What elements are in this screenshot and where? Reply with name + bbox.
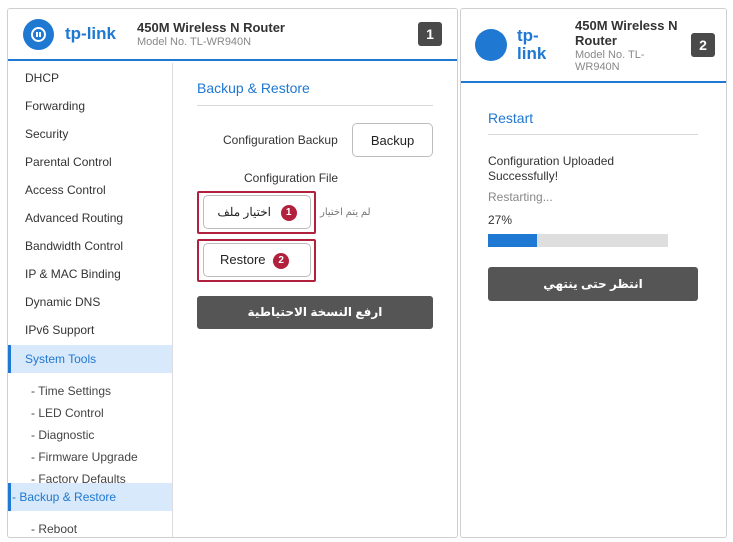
brand-name-line2: link xyxy=(517,44,547,63)
restore-label: Restore xyxy=(220,252,266,267)
model-number-line2: WR940N xyxy=(575,61,620,73)
page-title: Backup & Restore xyxy=(197,80,310,96)
sidebar-item-dhcp[interactable]: DHCP xyxy=(8,65,172,91)
sidebar-item-access-control[interactable]: Access Control xyxy=(8,177,172,203)
sidebar-sub-diagnostic[interactable]: - Diagnostic xyxy=(8,424,172,446)
sidebar-item-system-tools[interactable]: System Tools xyxy=(8,345,172,373)
model-number-line1: Model No. TL- xyxy=(575,49,645,61)
sidebar-sub-backup-restore-label: - Backup & Restore xyxy=(12,490,117,504)
model-title-line2: Router xyxy=(575,33,617,48)
choose-file-label: اختيار ملف xyxy=(217,205,271,219)
sidebar-item-security[interactable]: Security xyxy=(8,121,172,147)
restart-divider xyxy=(488,134,698,135)
panel-number-badge: 2 xyxy=(691,33,715,57)
upload-backup-button[interactable]: ارفع النسخة الاحتياطية xyxy=(197,296,433,329)
header-1: tp-link 450M Wireless N Router Model No.… xyxy=(8,9,457,61)
backup-button[interactable]: Backup xyxy=(352,123,433,157)
no-file-text: لم يتم اختيار xyxy=(320,207,371,218)
config-backup-label: Configuration Backup xyxy=(223,133,338,147)
tp-link-logo-icon xyxy=(475,29,507,61)
sidebar-item-bandwidth-control[interactable]: Bandwidth Control xyxy=(8,233,172,259)
brand-name: tp-link xyxy=(65,24,116,43)
sidebar-item-dynamic-dns[interactable]: Dynamic DNS xyxy=(8,289,172,315)
sidebar-sub-backup-restore[interactable]: - Backup & Restore xyxy=(8,483,172,511)
upload-success-line1: Configuration Uploaded xyxy=(488,154,615,168)
progress-bar xyxy=(488,234,668,247)
brand-name-line1: tp- xyxy=(517,26,539,45)
header-2: tp- link 450M Wireless N Router Model No… xyxy=(461,9,726,83)
tp-link-logo-icon xyxy=(23,19,54,50)
router-panel-1: tp-link 450M Wireless N Router Model No.… xyxy=(7,8,458,538)
progress-bar-fill xyxy=(488,234,537,247)
restore-button[interactable]: Restore 2 xyxy=(203,243,311,277)
step1-badge: 1 xyxy=(280,204,297,221)
model-title: 450M Wireless N Router xyxy=(137,20,285,35)
restarting-status: Restarting... xyxy=(488,190,553,204)
sidebar-item-advanced-routing[interactable]: Advanced Routing xyxy=(8,205,172,231)
step2-badge: 2 xyxy=(273,252,290,269)
progress-percent: 27% xyxy=(488,213,513,227)
sidebar-item-forwarding[interactable]: Forwarding xyxy=(8,93,172,119)
sidebar-item-ip-mac-binding[interactable]: IP & MAC Binding xyxy=(8,261,172,287)
router-panel-2: tp- link 450M Wireless N Router Model No… xyxy=(460,8,727,538)
sidebar-sub-reboot[interactable]: - Reboot xyxy=(8,518,172,537)
choose-file-button[interactable]: اختيار ملف 1 xyxy=(203,195,311,229)
sidebar-item-ipv6-support[interactable]: IPv6 Support xyxy=(8,317,172,343)
panel-number-badge: 1 xyxy=(418,22,442,46)
sidebar-sub-time-settings[interactable]: - Time Settings xyxy=(8,380,172,402)
restart-title: Restart xyxy=(488,110,534,126)
model-number: Model No. TL-WR940N xyxy=(137,36,252,48)
title-divider xyxy=(197,105,433,106)
sidebar-sub-firmware-upgrade[interactable]: - Firmware Upgrade xyxy=(8,446,172,468)
upload-success-line2: Successfully! xyxy=(488,169,559,183)
sidebar-menu: DHCP Forwarding Security Parental Contro… xyxy=(8,63,173,537)
model-title-line1: 450M Wireless N xyxy=(575,18,678,33)
sidebar-item-parental-control[interactable]: Parental Control xyxy=(8,149,172,175)
wait-button[interactable]: انتظر حتى ينتهي xyxy=(488,267,698,301)
sidebar-sub-led-control[interactable]: - LED Control xyxy=(8,402,172,424)
config-file-label: Configuration File xyxy=(244,171,339,185)
